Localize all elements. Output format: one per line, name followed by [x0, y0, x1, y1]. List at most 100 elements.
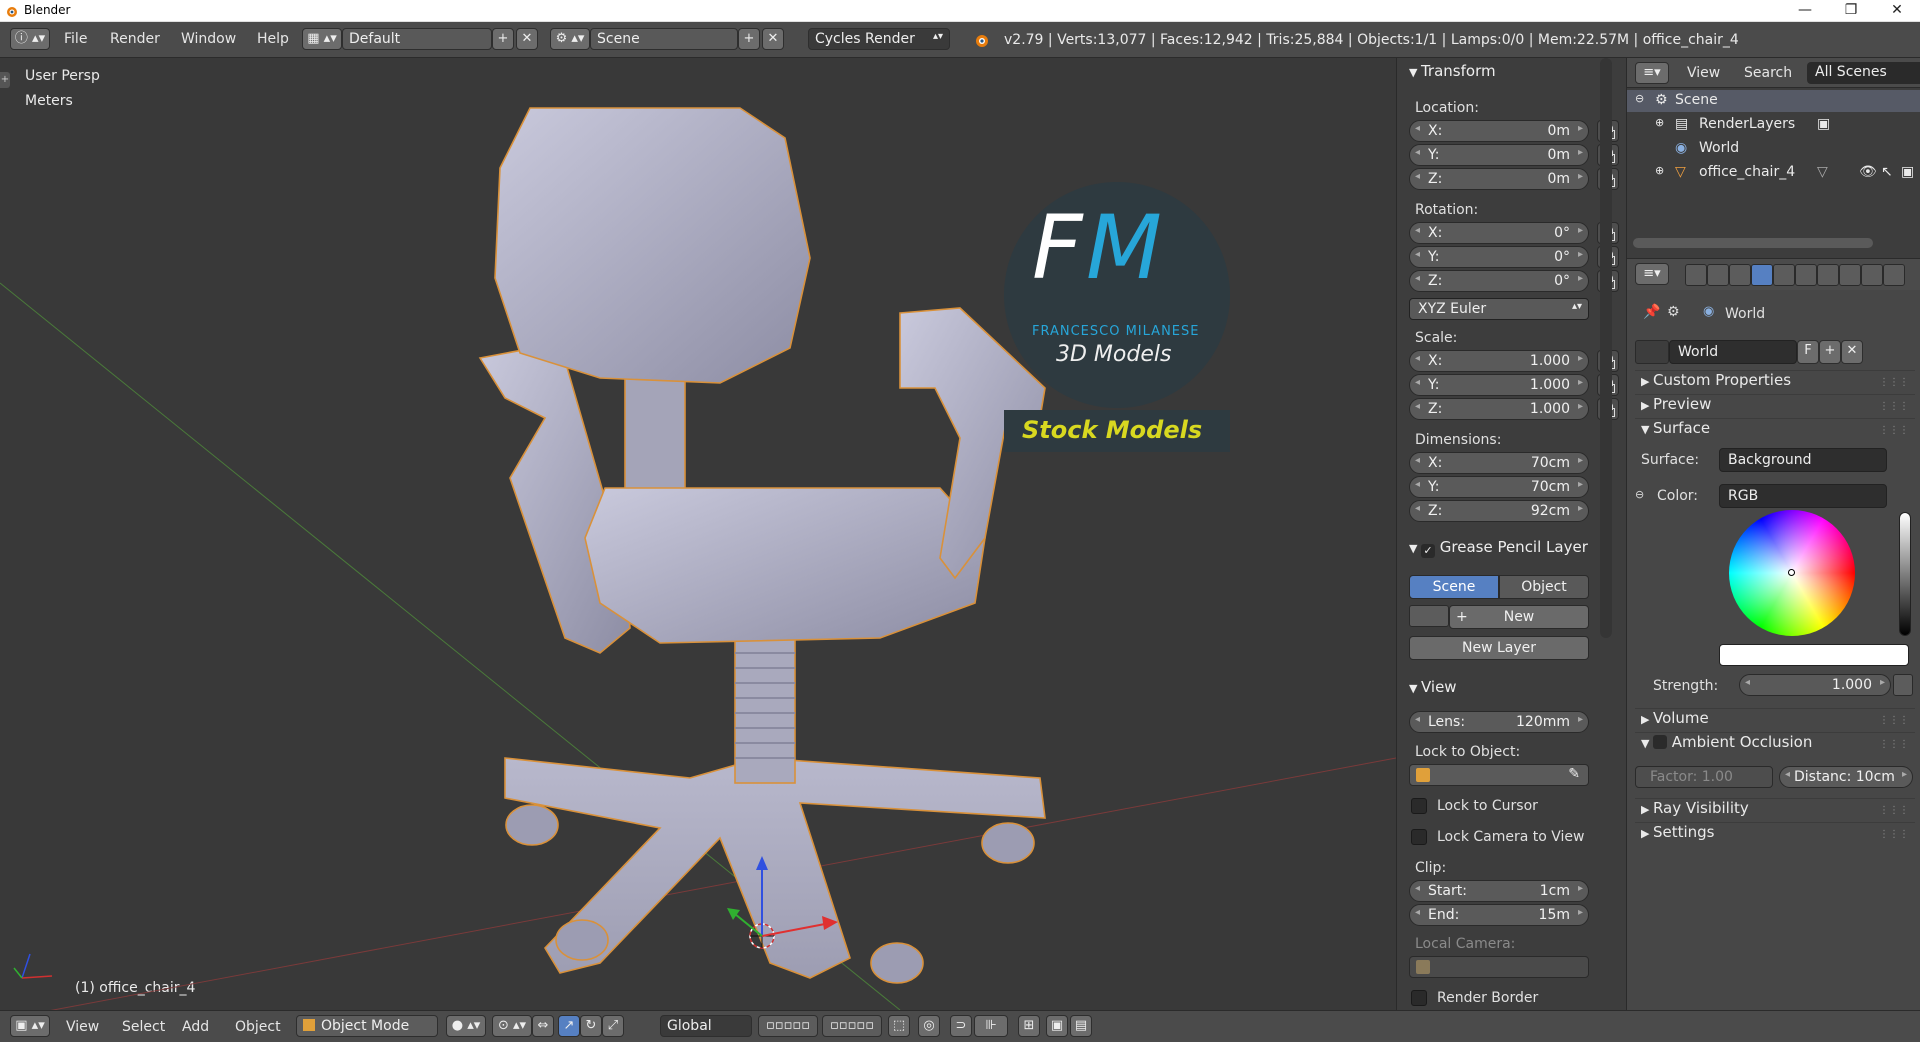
- manipulator-toggle-icon[interactable]: ⇔: [532, 1015, 554, 1037]
- grease-tab-scene[interactable]: Scene: [1409, 575, 1499, 599]
- snap-toggle-icon[interactable]: ⊃: [950, 1015, 972, 1037]
- menu-window[interactable]: Window: [181, 31, 236, 47]
- n-panel-scrollbar[interactable]: [1600, 58, 1612, 638]
- outliner-menu-search[interactable]: Search: [1744, 65, 1792, 81]
- layout-field[interactable]: Default: [342, 28, 492, 50]
- material-tab-icon[interactable]: [1861, 264, 1883, 286]
- lock-object-field[interactable]: ✎: [1409, 764, 1589, 786]
- unlink-world-button[interactable]: ✕: [1841, 340, 1863, 364]
- ao-distance-field[interactable]: ◂ Distanc: 10cm ▸: [1779, 766, 1913, 788]
- render-camera-icon[interactable]: ▣: [1901, 164, 1914, 180]
- eyedropper-icon[interactable]: ✎: [1568, 766, 1580, 782]
- location-y-field[interactable]: ◂ Y: 0m ▸: [1409, 144, 1589, 166]
- render-tab-icon[interactable]: [1685, 264, 1707, 286]
- strength-field[interactable]: ◂ 1.000 ▸: [1739, 674, 1891, 696]
- cursor-select-icon[interactable]: ↖: [1881, 164, 1893, 180]
- snap-element-icon[interactable]: ⊪: [974, 1015, 1008, 1037]
- outliner-row-world[interactable]: ◉ World: [1627, 138, 1920, 160]
- volume-panel[interactable]: ▶ Volume ⋮⋮⋮: [1635, 708, 1915, 734]
- settings-panel[interactable]: ▶ Settings ⋮⋮⋮: [1635, 822, 1915, 848]
- render-animation-icon[interactable]: ▤: [1070, 1015, 1092, 1037]
- add-layout-button[interactable]: +: [492, 28, 514, 50]
- editor-type-info-icon[interactable]: ⓘ ▴▾: [10, 28, 50, 50]
- expand-icon[interactable]: ⊕: [1655, 164, 1664, 177]
- menu-object[interactable]: Object: [235, 1019, 281, 1035]
- rotation-z-field[interactable]: ◂ Z: 0° ▸: [1409, 270, 1589, 292]
- value-slider[interactable]: [1899, 512, 1911, 636]
- grease-tab-object[interactable]: Object: [1499, 575, 1589, 599]
- render-border-checkbox[interactable]: [1411, 990, 1427, 1006]
- minimize-button[interactable]: —: [1782, 0, 1828, 22]
- ambient-occlusion-panel[interactable]: ▼ Ambient Occlusion ⋮⋮⋮: [1635, 732, 1915, 758]
- outliner-hscrollbar[interactable]: [1633, 238, 1873, 248]
- render-layers-tab-icon[interactable]: [1707, 264, 1729, 286]
- color-wheel-cursor[interactable]: [1788, 569, 1795, 576]
- outliner-row-renderlayers[interactable]: ⊕ ▤ RenderLayers ▣: [1627, 114, 1920, 136]
- rotation-mode-select[interactable]: XYZ Euler ▴▾: [1409, 298, 1589, 320]
- render-settings-icon[interactable]: ▣: [1817, 116, 1830, 132]
- menu-view[interactable]: View: [66, 1019, 99, 1035]
- rotation-x-field[interactable]: ◂ X: 0° ▸: [1409, 222, 1589, 244]
- lens-field[interactable]: ◂ Lens: 120mm ▸: [1409, 711, 1589, 733]
- outliner-filter-select[interactable]: All Scenes: [1807, 62, 1920, 84]
- color-mode-select[interactable]: RGB: [1719, 484, 1887, 508]
- translate-manipulator-icon[interactable]: ↗: [558, 1015, 580, 1037]
- location-z-field[interactable]: ◂ Z: 0m ▸: [1409, 168, 1589, 190]
- clip-end-field[interactable]: ◂ End: 15m ▸: [1409, 904, 1589, 926]
- clip-start-field[interactable]: ◂ Start: 1cm ▸: [1409, 880, 1589, 902]
- collapse-icon[interactable]: ⊖: [1635, 92, 1644, 105]
- dimension-z-field[interactable]: ◂ Z: 92cm ▸: [1409, 500, 1589, 522]
- expand-icon[interactable]: ⊕: [1655, 116, 1664, 129]
- pin-icon[interactable]: 📌: [1643, 304, 1660, 320]
- lock-cursor-checkbox[interactable]: [1411, 798, 1427, 814]
- color-socket-icon[interactable]: ⊖: [1635, 488, 1644, 501]
- rotation-y-field[interactable]: ◂ Y: 0° ▸: [1409, 246, 1589, 268]
- scene-field[interactable]: Scene: [590, 28, 738, 50]
- maximize-button[interactable]: ❐: [1828, 0, 1874, 22]
- new-grease-button[interactable]: + New: [1449, 605, 1589, 629]
- custom-properties-panel[interactable]: ▶ Custom Properties ⋮⋮⋮: [1635, 370, 1915, 396]
- constraints-tab-icon[interactable]: [1795, 264, 1817, 286]
- proportional-edit-icon[interactable]: ◎: [918, 1015, 940, 1037]
- eye-icon[interactable]: 👁: [1859, 164, 1877, 180]
- surface-panel[interactable]: ▼ Surface ⋮⋮⋮: [1635, 418, 1915, 444]
- remove-layout-button[interactable]: ✕: [516, 28, 538, 50]
- fake-user-button[interactable]: F: [1797, 340, 1819, 364]
- surface-shader-select[interactable]: Background: [1719, 448, 1887, 472]
- texture-tab-icon[interactable]: [1883, 264, 1905, 286]
- location-x-field[interactable]: ◂ X: 0m ▸: [1409, 120, 1589, 142]
- menu-add[interactable]: Add: [182, 1019, 209, 1035]
- preview-panel[interactable]: ▶ Preview ⋮⋮⋮: [1635, 394, 1915, 420]
- orientation-select[interactable]: Global: [660, 1015, 752, 1037]
- outliner-row-office-chair[interactable]: ⊕ ▽ office_chair_4 ▽ 👁 ↖ ▣: [1627, 162, 1920, 184]
- layers-row-2[interactable]: ▫▫▫▫▫: [822, 1015, 882, 1037]
- mesh-data-icon[interactable]: ▽: [1817, 164, 1828, 180]
- view-panel-header[interactable]: ▼ View: [1397, 678, 1457, 700]
- layers-row-1[interactable]: ▫▫▫▫▫: [758, 1015, 818, 1037]
- transform-panel-header[interactable]: ▼ Transform: [1397, 62, 1496, 84]
- lock-camera-checkbox[interactable]: [1411, 829, 1427, 845]
- render-preview-icon[interactable]: ▣: [1046, 1015, 1068, 1037]
- dimension-x-field[interactable]: ◂ X: 70cm ▸: [1409, 452, 1589, 474]
- render-engine-select[interactable]: Cycles Render ▴▾: [808, 28, 950, 50]
- world-name-field[interactable]: World: [1669, 340, 1797, 364]
- grease-pencil-header[interactable]: ▼ ✓ Grease Pencil Layer: [1397, 538, 1626, 560]
- outliner-menu-view[interactable]: View: [1687, 65, 1720, 81]
- shading-mode-icon[interactable]: ● ▴▾: [446, 1015, 486, 1037]
- 3d-viewport[interactable]: User Persp Meters (1) office_chair_4 + F…: [0, 58, 1396, 1010]
- color-wheel[interactable]: [1729, 510, 1855, 636]
- scale-z-field[interactable]: ◂ Z: 1.000 ▸: [1409, 398, 1589, 420]
- office-chair-model[interactable]: [478, 107, 1046, 984]
- remove-scene-button[interactable]: ✕: [762, 28, 784, 50]
- scale-manipulator-icon[interactable]: ⤢: [602, 1015, 624, 1037]
- checkbox-checked-icon[interactable]: ✓: [1420, 544, 1435, 558]
- menu-file[interactable]: File: [64, 31, 87, 47]
- outliner-row-scene[interactable]: ⊖ ⚙ Scene: [1627, 90, 1920, 112]
- modifiers-tab-icon[interactable]: [1817, 264, 1839, 286]
- properties-editor-icon[interactable]: ≡▾: [1635, 263, 1669, 285]
- lock-layers-icon[interactable]: ⬚: [888, 1015, 910, 1037]
- add-world-button[interactable]: +: [1819, 340, 1841, 364]
- dimension-y-field[interactable]: ◂ Y: 70cm ▸: [1409, 476, 1589, 498]
- pencil-icon[interactable]: [1409, 605, 1449, 627]
- screen-layout-icon[interactable]: ▦ ▴▾: [302, 28, 342, 50]
